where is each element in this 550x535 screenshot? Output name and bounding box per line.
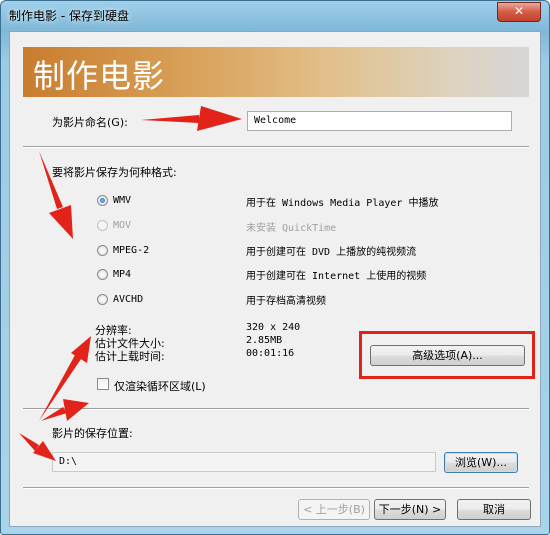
dialog-body: 制作电影 为影片命名(G): Welcome 要将影片保存为何种格式: WMV … (9, 31, 541, 527)
mp4-description: 用于创建可在 Internet 上使用的视频 (246, 271, 427, 282)
save-location-input[interactable]: D:\ (52, 452, 436, 472)
upload-time-value: 00:01:16 (246, 348, 295, 359)
next-button[interactable]: 下一步(N) > (374, 499, 446, 520)
banner-title: 制作电影 (33, 57, 166, 95)
header-banner: 制作电影 (23, 47, 529, 97)
mpeg2-label: MPEG-2 (113, 245, 150, 256)
resolution-value: 320 x 240 (246, 322, 301, 333)
filesize-value: 2.85MB (246, 335, 283, 346)
movie-name-label: 为影片命名(G): (52, 116, 128, 129)
mpeg2-radio[interactable] (97, 245, 108, 256)
movie-name-input[interactable]: Welcome (247, 111, 512, 131)
dialog-window: 制作电影 - 保存到硬盘 ✕ 制作电影 为影片命名(G): Welcome 要将… (0, 0, 550, 535)
save-location-label: 影片的保存位置: (52, 427, 133, 440)
wmv-label: WMV (113, 195, 132, 206)
mp4-radio[interactable] (97, 269, 108, 280)
close-button[interactable]: ✕ (497, 2, 541, 22)
advanced-options-button[interactable]: 高级选项(A)... (370, 345, 525, 366)
avchd-description: 用于存档高清视频 (246, 296, 326, 307)
title-bar[interactable]: 制作电影 - 保存到硬盘 ✕ (1, 1, 549, 29)
loop-region-checkbox[interactable] (97, 378, 109, 390)
divider (23, 487, 529, 489)
back-button[interactable]: < 上一步(B) (298, 499, 370, 520)
wmv-description: 用于在 Windows Media Player 中播放 (246, 198, 439, 209)
mov-radio (97, 220, 108, 231)
cancel-button[interactable]: 取消 (457, 499, 531, 520)
avchd-label: AVCHD (113, 294, 144, 305)
upload-time-label: 估计上载时间: (95, 350, 165, 363)
divider (23, 408, 529, 410)
mp4-label: MP4 (113, 269, 132, 280)
format-label: 要将影片保存为何种格式: (52, 166, 177, 179)
mov-label: MOV (113, 220, 132, 231)
loop-region-label: 仅渲染循环区域(L) (114, 380, 206, 393)
wmv-radio[interactable] (97, 195, 108, 206)
window-title: 制作电影 - 保存到硬盘 (9, 9, 129, 23)
browse-button[interactable]: 浏览(W)... (444, 452, 518, 473)
mpeg2-description: 用于创建可在 DVD 上播放的纯视频流 (246, 247, 417, 258)
divider (23, 146, 529, 148)
mov-description: 未安装 QuickTime (246, 223, 337, 234)
avchd-radio[interactable] (97, 294, 108, 305)
